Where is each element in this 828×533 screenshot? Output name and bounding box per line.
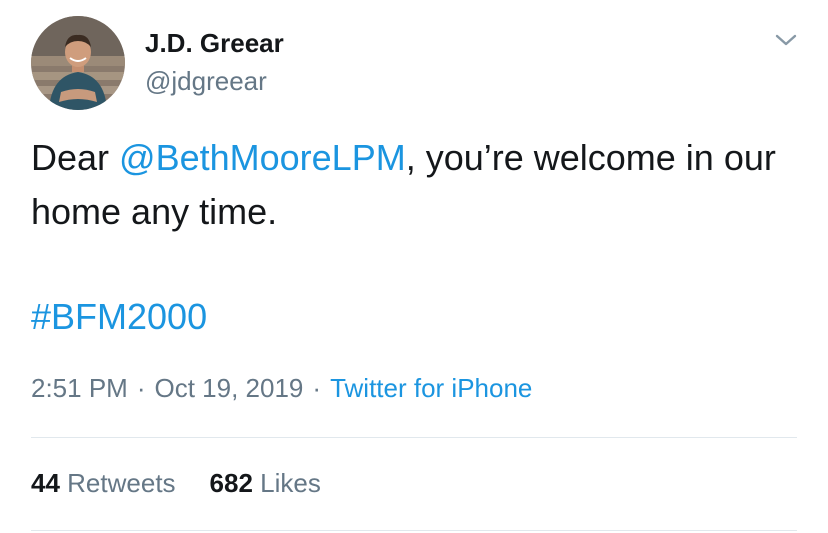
retweets-count: 44 (31, 468, 60, 498)
likes-stat[interactable]: 682 Likes (210, 468, 321, 498)
author-handle[interactable]: @jdgreear (145, 66, 267, 97)
tweet-meta: 2:51 PM · Oct 19, 2019 · Twitter for iPhone (31, 373, 532, 404)
divider (31, 530, 797, 531)
tweet-stats: 44 Retweets 682 Likes (31, 468, 321, 499)
hashtag-link[interactable]: #BFM2000 (31, 290, 207, 344)
avatar-image (31, 16, 125, 110)
likes-count: 682 (209, 468, 253, 498)
retweets-label: Retweets (67, 468, 176, 498)
tweet-text-prefix: Dear (31, 137, 120, 178)
divider (31, 437, 797, 438)
tweet-date[interactable]: Oct 19, 2019 (155, 373, 304, 403)
mention-link[interactable]: @BethMooreLPM (119, 137, 406, 178)
meta-separator: · (312, 373, 322, 403)
tweet-source-link[interactable]: Twitter for iPhone (330, 373, 532, 403)
avatar[interactable] (31, 16, 125, 110)
likes-label: Likes (260, 468, 321, 498)
meta-separator: · (136, 373, 146, 403)
retweets-stat[interactable]: 44 Retweets (31, 468, 176, 498)
tweet-time[interactable]: 2:51 PM (31, 373, 128, 403)
author-display-name[interactable]: J.D. Greear (145, 28, 284, 59)
chevron-down-icon[interactable] (772, 30, 800, 50)
tweet-text: Dear @BethMooreLPM, you’re welcome in ou… (31, 131, 811, 239)
